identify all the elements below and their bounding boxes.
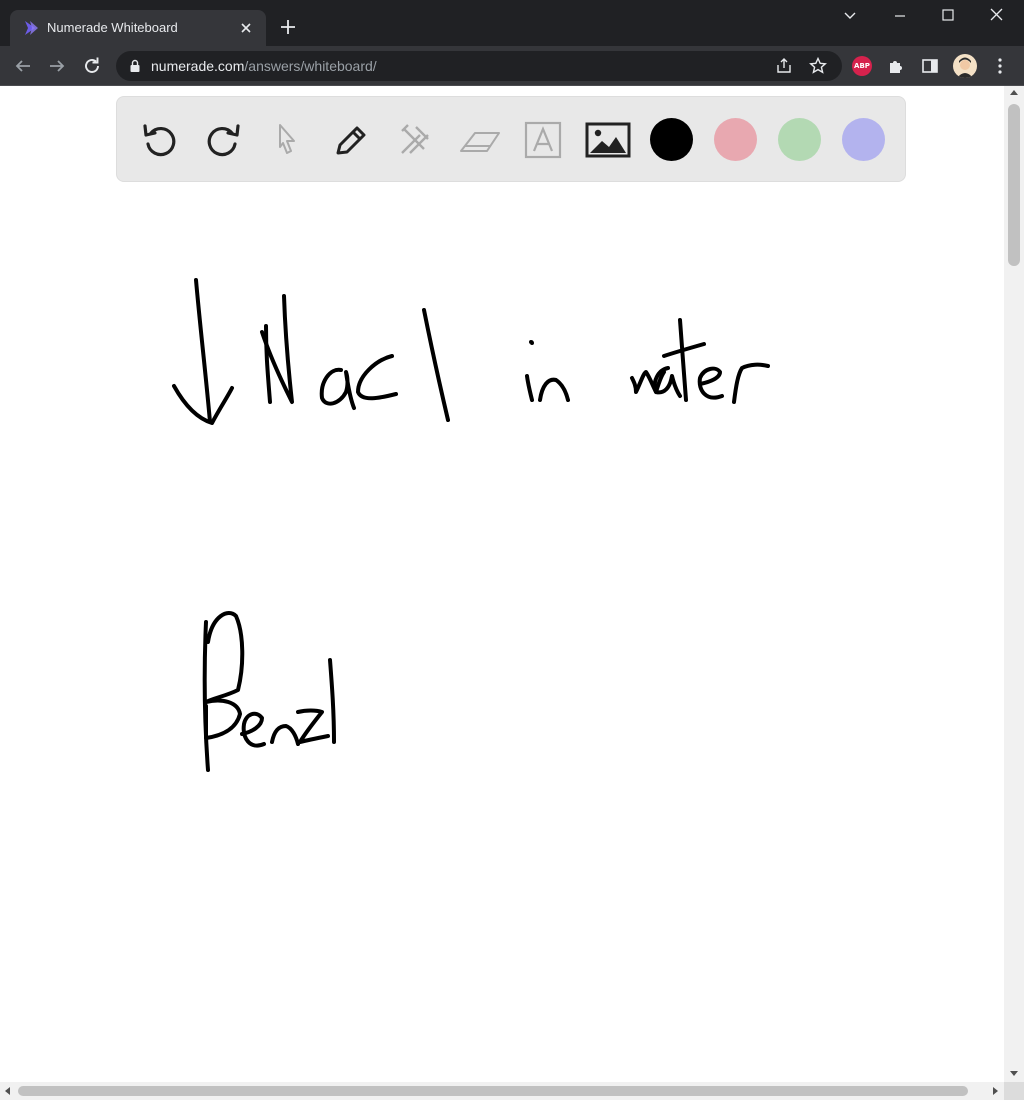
url-text: numerade.com/answers/whiteboard/ [151,58,377,74]
whiteboard-page [0,86,1004,1082]
stroke-l [422,308,450,422]
stroke-n3 [270,724,300,746]
avatar-icon [957,57,973,78]
whiteboard-canvas[interactable] [0,86,1004,1082]
side-panel-icon[interactable] [920,56,940,76]
stroke-n-diagonal [260,294,294,404]
forward-icon[interactable] [45,54,69,78]
undo-icon [143,124,176,157]
pen-button[interactable] [328,117,374,163]
stroke-i-dot [529,340,534,345]
vertical-scrollbar[interactable] [1004,86,1024,1082]
pointer-button[interactable] [264,117,310,163]
stroke-n2 [538,377,570,402]
text-button[interactable] [520,117,566,163]
stroke-e [697,366,724,400]
puzzle-icon[interactable] [886,56,906,76]
image-button[interactable] [585,117,631,163]
stroke-r [732,362,770,404]
text-icon [524,121,562,159]
new-tab-icon[interactable] [276,15,300,39]
stroke-n-left [264,324,272,404]
menu-kebab-icon[interactable] [990,56,1010,76]
tools-button[interactable] [392,117,438,163]
minimize-icon[interactable] [885,4,915,28]
reload-icon[interactable] [80,54,104,78]
tab-close-icon[interactable] [236,18,256,38]
color-swatch-pink[interactable] [714,118,757,161]
pen-icon [336,126,366,155]
stroke-l2 [328,658,336,744]
pointer-icon [279,124,295,154]
scroll-up-arrow-icon[interactable] [1010,90,1018,95]
ink-strokes [172,278,770,772]
url-host: numerade.com [151,58,245,74]
tab-title: Numerade Whiteboard [47,20,178,35]
stroke-arrow-shaft [194,278,212,424]
stroke-b-stem [202,620,210,772]
vertical-scroll-thumb[interactable] [1008,104,1020,266]
stroke-t-stem [678,318,688,402]
numerade-logo-icon [25,21,38,35]
stroke-i [525,374,534,402]
url-path: /answers/whiteboard/ [244,58,377,74]
browser-tab[interactable]: Numerade Whiteboard [10,10,266,46]
stroke-a [319,367,356,410]
profile-avatar[interactable] [953,54,977,78]
stroke-c [356,354,398,401]
eraser-button[interactable] [457,117,503,163]
redo-button[interactable] [200,117,246,163]
share-icon[interactable] [774,56,794,76]
color-swatch-black[interactable] [650,118,693,161]
maximize-icon[interactable] [933,4,963,28]
stroke-b-loops [204,611,245,740]
redo-icon [207,124,240,157]
close-icon[interactable] [982,4,1012,28]
stroke-z [296,708,330,744]
back-icon[interactable] [11,54,35,78]
scrollbar-corner [1004,1082,1024,1100]
browser-titlebar: Numerade Whiteboard [0,0,1024,46]
chevron-down-icon[interactable] [835,4,865,28]
scroll-right-arrow-icon[interactable] [993,1087,998,1095]
stroke-arrow-head [172,384,234,425]
tools-icon [401,124,429,154]
lock-icon[interactable] [128,59,142,73]
browser-toolbar: numerade.com/answers/whiteboard/ ABP [0,46,1024,86]
image-icon [585,122,631,158]
color-swatch-green[interactable] [778,118,821,161]
scroll-down-arrow-icon[interactable] [1010,1071,1018,1076]
bookmark-star-icon[interactable] [808,56,828,76]
horizontal-scroll-thumb[interactable] [18,1086,968,1096]
whiteboard-toolbar [116,96,906,182]
undo-button[interactable] [137,117,183,163]
horizontal-scrollbar[interactable] [0,1082,1004,1100]
stroke-e2 [240,711,266,748]
address-bar[interactable]: numerade.com/answers/whiteboard/ [116,51,842,81]
color-swatch-lavender[interactable] [842,118,885,161]
eraser-icon [460,132,500,152]
scroll-left-arrow-icon[interactable] [5,1087,10,1095]
adblock-plus-icon[interactable]: ABP [852,56,872,76]
